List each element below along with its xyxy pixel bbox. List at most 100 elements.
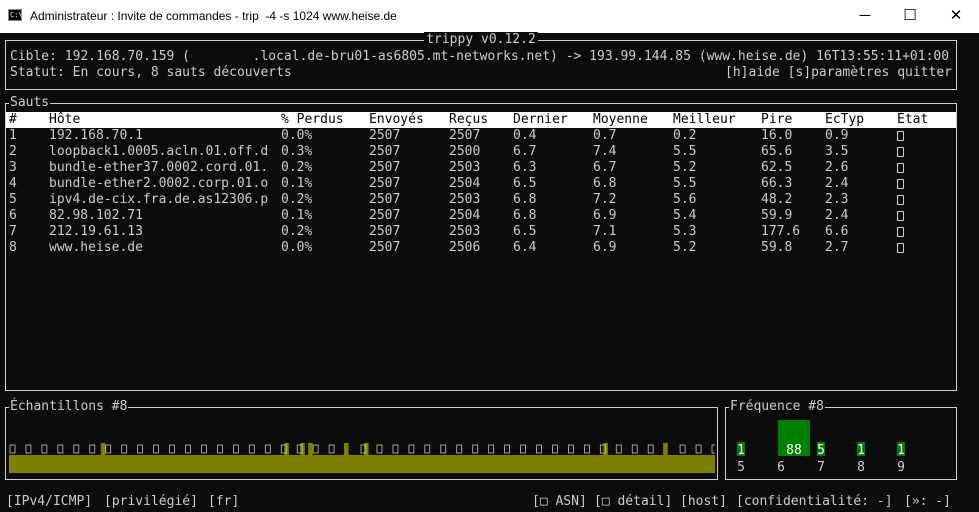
sample-bar bbox=[152, 455, 158, 473]
sample-glyph bbox=[552, 444, 558, 454]
frequency-count: 88 bbox=[786, 443, 802, 458]
window-title: Administrateur : Invite de commandes - t… bbox=[30, 9, 397, 23]
table-cell: 0.1% bbox=[281, 176, 313, 191]
sample-bar bbox=[679, 455, 684, 473]
table-cell: 2504 bbox=[449, 208, 481, 223]
window-titlebar[interactable]: C:\ Administrateur : Invite de commandes… bbox=[0, 0, 979, 33]
timestamp: 16T13:55:11+01:00 bbox=[816, 49, 950, 64]
sample-bar bbox=[12, 455, 18, 473]
sample-bar bbox=[40, 455, 46, 473]
table-cell: 8 bbox=[9, 240, 17, 255]
sample-glyph bbox=[153, 444, 159, 454]
hops-pane: Sauts # Hôte % Perdus Envoyés Reçus Dernier Mo… bbox=[5, 95, 957, 391]
table-cell: bundle-ether2.0002.corp.01.o bbox=[49, 176, 269, 191]
table-row[interactable]: 7 212.19.61.13 0.2% 2507 2503 6.5 7.1 5.3 177.6 6… bbox=[6, 224, 956, 240]
table-cell: 59.9 bbox=[761, 208, 793, 223]
status-text: Statut: En cours, 8 sauts découverts bbox=[10, 65, 292, 80]
table-cell: 6.8 bbox=[513, 208, 537, 223]
table-row[interactable]: 6 82.98.102.71 0.1% 2507 2504 6.8 6.9 5.4 59.9 2.… bbox=[6, 208, 956, 224]
table-cell: 62.5 bbox=[761, 160, 793, 175]
hops-table[interactable]: # Hôte % Perdus Envoyés Reçus Dernier Moyenne M… bbox=[6, 112, 956, 256]
table-cell: 0.1% bbox=[281, 208, 313, 223]
sample-bar bbox=[447, 455, 453, 473]
column-header: Reçus bbox=[449, 112, 489, 127]
status-bar: [IPv4/ICMP] [privilégié] [fr] [□ ASN] [□… bbox=[0, 494, 979, 510]
table-cell: 5 bbox=[9, 192, 17, 207]
sample-bar bbox=[371, 455, 377, 473]
sample-glyph bbox=[217, 444, 223, 454]
sample-bar bbox=[419, 455, 425, 473]
minimize-button[interactable]: ─ bbox=[842, 0, 888, 33]
table-cell: 6 bbox=[9, 208, 17, 223]
sample-bar bbox=[132, 455, 138, 473]
sample-bar bbox=[443, 455, 449, 473]
table-cell: 2507 bbox=[369, 192, 401, 207]
table-cell: 6.4 bbox=[513, 240, 537, 255]
sample-bar bbox=[212, 455, 218, 473]
sample-bar bbox=[571, 455, 576, 473]
table-cell: 0.3% bbox=[281, 144, 313, 159]
sample-glyph bbox=[73, 444, 80, 454]
sample-bar bbox=[272, 455, 277, 473]
sample-bar bbox=[28, 455, 34, 473]
table-cell: 192.168.70.1 bbox=[49, 128, 143, 143]
sample-bar bbox=[379, 455, 385, 473]
sample-glyph bbox=[25, 444, 32, 454]
sample-glyph bbox=[408, 444, 415, 454]
sample-glyph bbox=[520, 444, 526, 454]
table-cell: 2503 bbox=[449, 224, 481, 239]
column-header: Dernier bbox=[513, 112, 568, 127]
sample-bar bbox=[515, 455, 521, 473]
help-keys[interactable]: [h]aide [s]paramètres quitter bbox=[725, 65, 952, 81]
table-cell: 2507 bbox=[369, 128, 401, 143]
table-cell: 0.2% bbox=[281, 192, 313, 207]
sample-bar bbox=[92, 455, 98, 473]
table-cell: 0.7 bbox=[593, 128, 617, 143]
table-cell: 0.0% bbox=[281, 240, 313, 255]
sample-bar bbox=[100, 443, 106, 473]
sample-bar bbox=[164, 455, 170, 473]
table-row[interactable]: 2 loopback1.0005.acln.01.off.d 0.3% 2507 250… bbox=[6, 144, 956, 160]
table-row[interactable]: 8 www.heise.de 0.0% 2507 2506 6.4 6.9 5.2 59.8 2.… bbox=[6, 240, 956, 256]
table-cell: 48.2 bbox=[761, 192, 793, 207]
table-cell: 5.5 bbox=[673, 176, 697, 191]
table-cell: 2507 bbox=[369, 208, 401, 223]
asn-toggle[interactable]: [□ ASN] bbox=[532, 494, 587, 510]
table-cell: 6.9 bbox=[593, 240, 617, 255]
close-button[interactable]: ✕ bbox=[933, 0, 979, 33]
maximize-button[interactable]: ☐ bbox=[887, 0, 933, 33]
sample-bar bbox=[336, 455, 341, 473]
sample-bar bbox=[168, 455, 174, 473]
table-cell: ipv4.de-cix.fra.de.as12306.p bbox=[49, 192, 269, 207]
table-cell: 2507 bbox=[449, 128, 481, 143]
sample-bar bbox=[144, 455, 150, 473]
frequency-label: 7 bbox=[817, 460, 825, 475]
table-row[interactable]: 5 ipv4.de-cix.fra.de.as12306.p 0.2% 2507 250… bbox=[6, 192, 956, 208]
sample-bar bbox=[360, 455, 365, 473]
sample-bar bbox=[539, 455, 545, 473]
table-row[interactable]: 3 bundle-ether37.0002.cord.01. 0.2% 2507 250… bbox=[6, 160, 956, 176]
sample-bar bbox=[308, 443, 313, 473]
sample-bar bbox=[383, 455, 389, 473]
sample-glyph bbox=[169, 444, 175, 454]
detail-toggle[interactable]: [□ détail] bbox=[594, 494, 672, 510]
sample-bar bbox=[491, 455, 497, 473]
table-cell: 82.98.102.71 bbox=[49, 208, 143, 223]
sample-bar bbox=[84, 455, 90, 473]
sample-bar bbox=[112, 455, 118, 473]
privacy-toggle[interactable]: [confidentialité: -] bbox=[736, 494, 893, 510]
sample-bar bbox=[459, 455, 465, 473]
host-toggle[interactable]: [host] bbox=[680, 494, 727, 510]
table-cell: 6.6 bbox=[825, 224, 849, 239]
table-row[interactable]: 4 bundle-ether2.0002.corp.01.o 0.1% 2507 250… bbox=[6, 176, 956, 192]
sample-bar bbox=[140, 455, 146, 473]
sample-bar bbox=[631, 455, 636, 473]
sample-bar bbox=[256, 455, 261, 473]
sample-bar bbox=[511, 455, 517, 473]
frequency-title: Fréquence #8 bbox=[729, 399, 825, 415]
table-row[interactable]: 1 192.168.70.1 0.0% 2507 2507 0.4 0.7 0.2 16.0 0.… bbox=[6, 128, 956, 144]
sample-glyph bbox=[711, 444, 715, 454]
table-cell: 2.6 bbox=[825, 160, 849, 175]
sample-bar bbox=[655, 455, 660, 473]
sample-bar bbox=[567, 455, 573, 473]
